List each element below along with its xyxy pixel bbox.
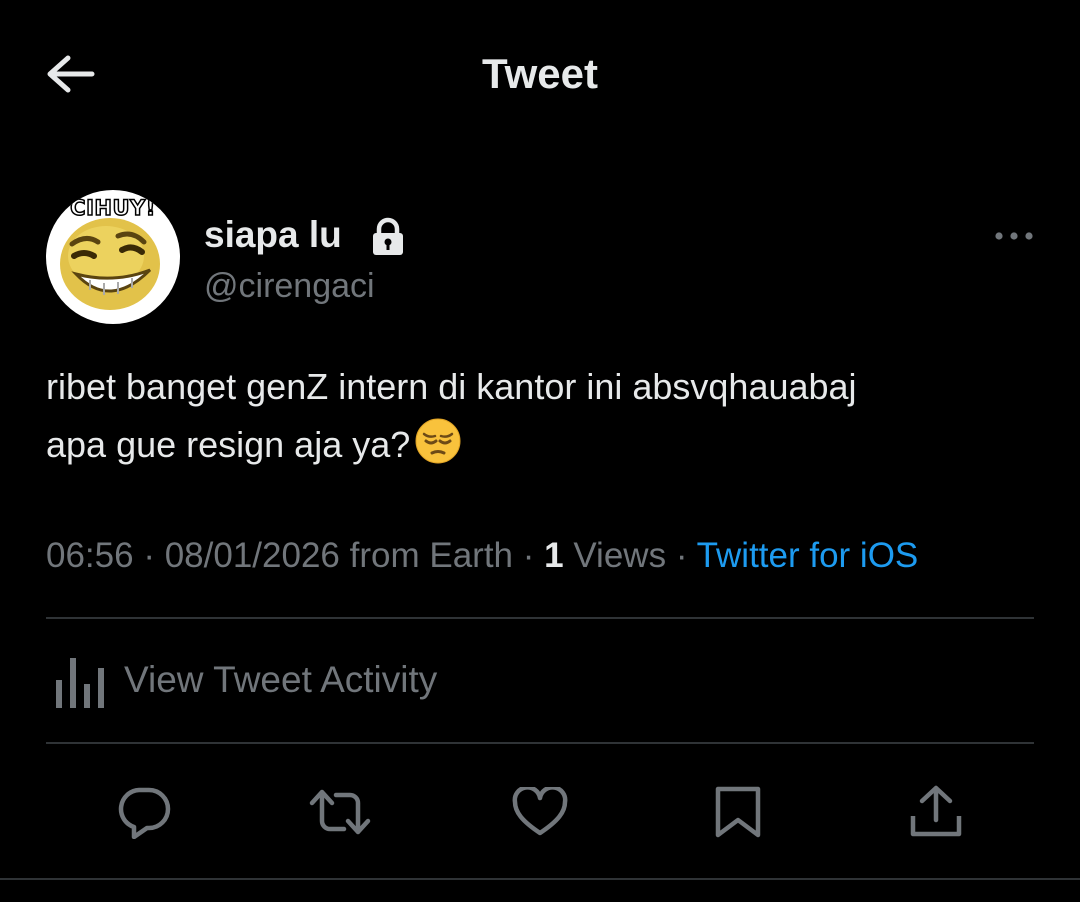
tweet-source-link[interactable]: Twitter for iOS — [697, 536, 919, 575]
like-icon — [512, 787, 568, 836]
bookmark-icon — [715, 786, 761, 838]
view-tweet-activity-label: View Tweet Activity — [124, 659, 438, 700]
tweet-text-line-2-text: apa gue resign aja ya? — [46, 424, 411, 465]
tweet-text: ribet banget genZ intern di kantor ini a… — [46, 358, 1036, 474]
tweet-date: 08/01/2026 — [164, 536, 340, 575]
reply-icon — [118, 787, 171, 839]
bookmark-button[interactable] — [706, 780, 770, 844]
avatar-caption: CIHUY! — [69, 195, 156, 221]
views-count: 1 — [544, 536, 564, 575]
user-handle[interactable]: @cirengaci — [204, 264, 375, 308]
retweet-icon — [309, 789, 371, 835]
divider — [46, 742, 1034, 744]
tweet-metadata: 06:56 · 08/01/2026 from Earth · 1 Views … — [46, 530, 1036, 582]
back-button[interactable] — [40, 48, 100, 100]
more-options-button[interactable] — [992, 220, 1036, 252]
tweet-time: 06:56 — [46, 536, 134, 575]
meta-separator: · — [143, 536, 155, 575]
page-title: Tweet — [482, 50, 598, 97]
divider — [0, 878, 1080, 880]
analytics-bars-icon — [56, 658, 104, 708]
divider — [46, 617, 1034, 619]
share-button[interactable] — [904, 780, 968, 844]
view-tweet-activity-button[interactable]: View Tweet Activity — [46, 620, 1034, 742]
views-label: Views — [573, 536, 667, 575]
tweet-action-bar — [46, 746, 1034, 876]
like-button[interactable] — [508, 780, 572, 844]
lock-icon — [373, 217, 403, 255]
meta-separator: · — [675, 536, 688, 575]
tweet-location: from Earth — [349, 536, 514, 575]
tweet-text-line-1: ribet banget genZ intern di kantor ini a… — [46, 366, 857, 407]
share-icon — [910, 785, 962, 837]
avatar[interactable]: CIHUY! — [46, 190, 180, 324]
retweet-button[interactable] — [308, 780, 372, 844]
meta-separator: · — [522, 536, 535, 575]
arrow-left-icon — [47, 55, 95, 93]
pensive-face-icon — [415, 418, 461, 464]
reply-button[interactable] — [112, 780, 176, 844]
more-horizontal-icon — [995, 232, 1033, 240]
display-name[interactable]: siapa lu — [204, 212, 342, 258]
tweet-text-line-2: apa gue resign aja ya? — [46, 416, 1036, 474]
top-app-bar: Tweet — [0, 0, 1080, 150]
tweet-author: CIHUY! siapa lu @cirengaci — [46, 190, 1036, 330]
